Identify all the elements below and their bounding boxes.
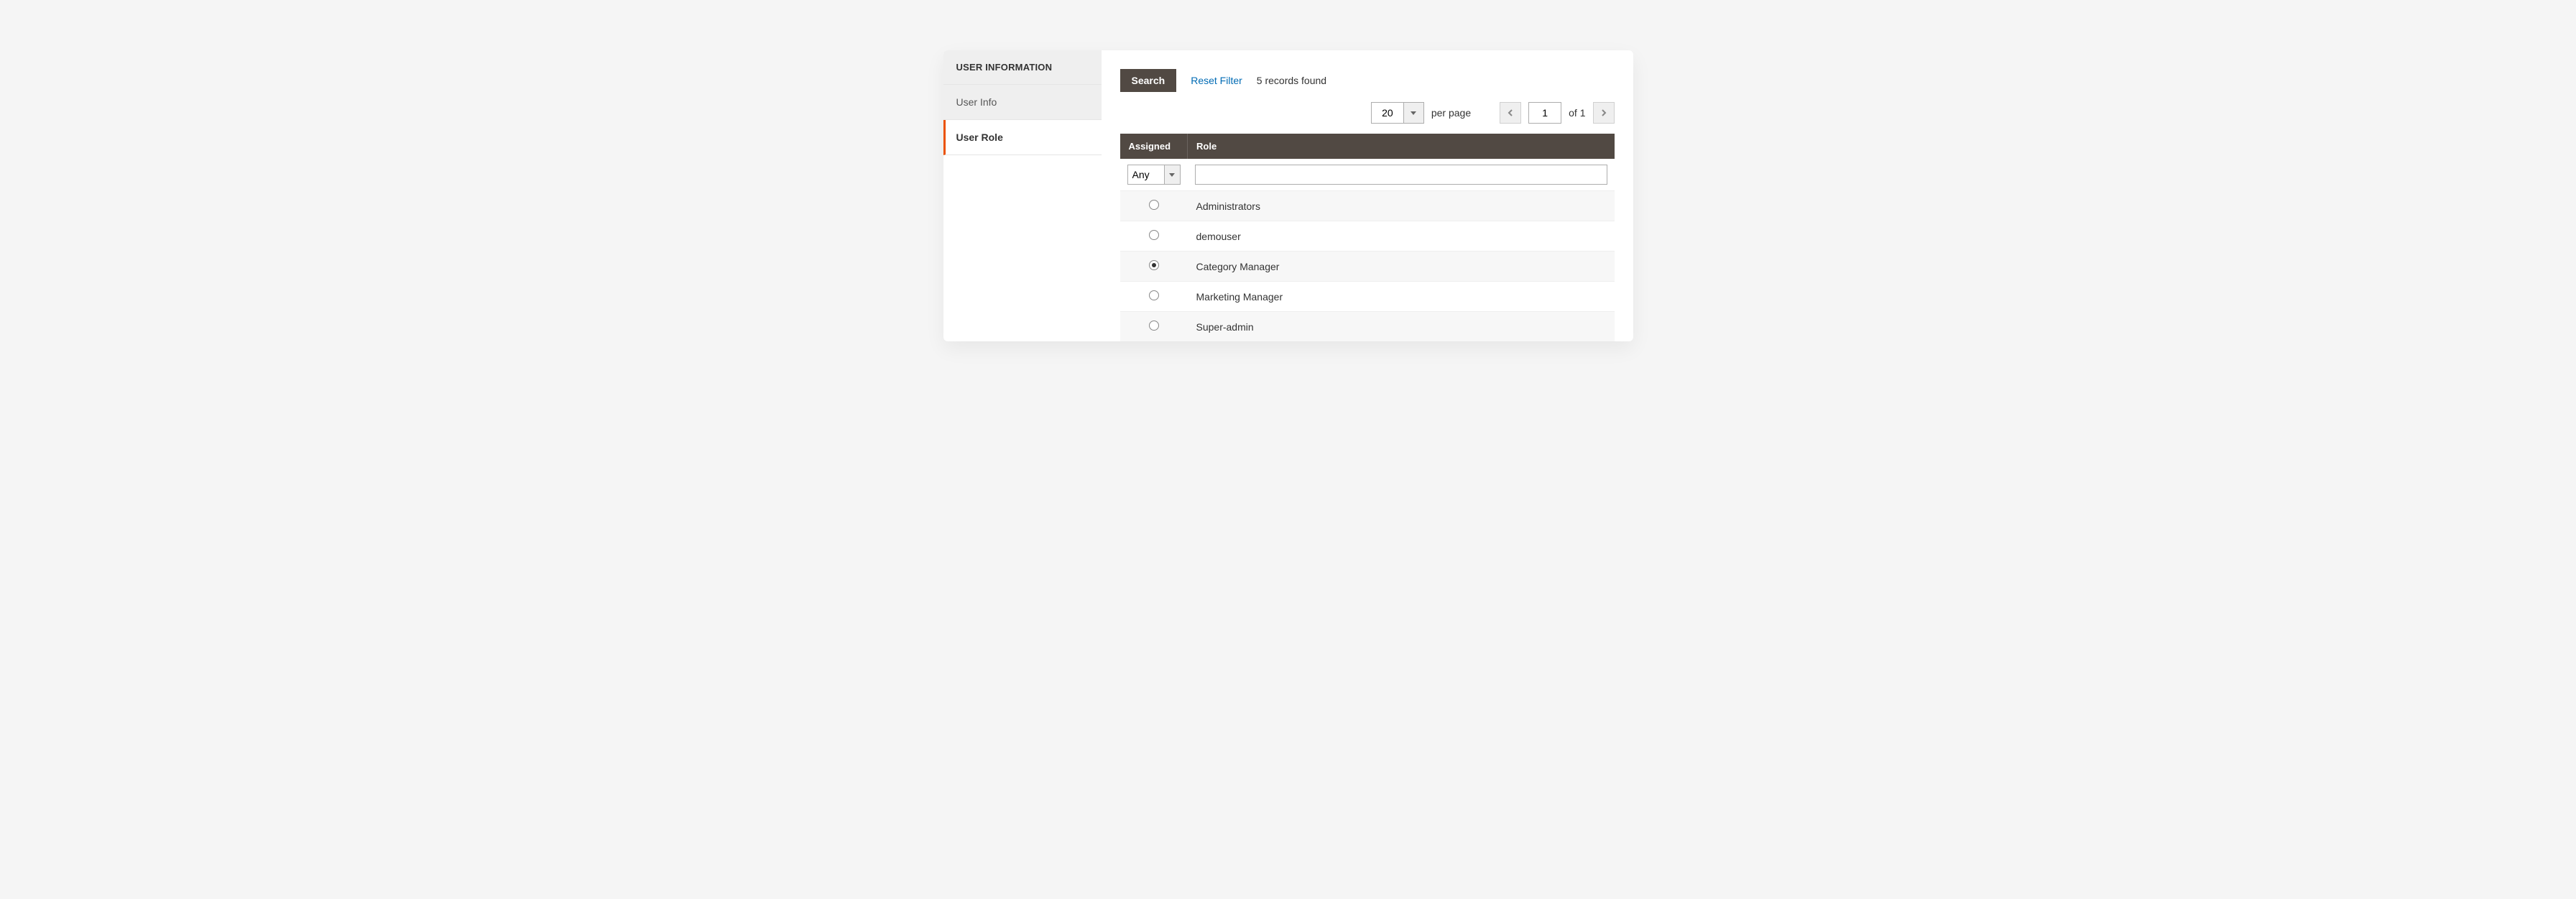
- search-button[interactable]: Search: [1120, 69, 1177, 92]
- assign-radio[interactable]: [1149, 290, 1159, 300]
- reset-filter-link[interactable]: Reset Filter: [1191, 75, 1242, 86]
- assigned-filter-dropdown-button[interactable]: [1165, 165, 1181, 185]
- table-row[interactable]: Administrators: [1120, 191, 1615, 221]
- table-row[interactable]: Marketing Manager: [1120, 282, 1615, 312]
- pager-prev-button[interactable]: [1500, 102, 1521, 124]
- table-row[interactable]: Super-admin: [1120, 312, 1615, 342]
- per-page-control: per page: [1371, 102, 1492, 124]
- pager-of-label: of 1: [1569, 107, 1585, 119]
- caret-down-icon: [1411, 111, 1416, 115]
- table-row[interactable]: demouser: [1120, 221, 1615, 252]
- role-cell: Administrators: [1188, 191, 1615, 221]
- table-row[interactable]: Category Manager: [1120, 252, 1615, 282]
- chevron-right-icon: [1600, 109, 1607, 116]
- role-cell: Super-admin: [1188, 312, 1615, 342]
- assign-radio[interactable]: [1149, 230, 1159, 240]
- assign-radio[interactable]: [1149, 200, 1159, 210]
- role-cell: Marketing Manager: [1188, 282, 1615, 312]
- roles-grid: Assigned Role: [1120, 134, 1615, 341]
- filter-row: [1120, 159, 1615, 191]
- sidebar-header: USER INFORMATION: [943, 50, 1102, 85]
- col-header-role[interactable]: Role: [1188, 134, 1615, 159]
- role-cell: Category Manager: [1188, 252, 1615, 282]
- user-edit-panel: USER INFORMATION User Info User Role Sea…: [943, 50, 1633, 341]
- caret-down-icon: [1169, 173, 1175, 177]
- pager-toolbar: per page of 1: [1120, 102, 1615, 124]
- grid-toolbar: Search Reset Filter 5 records found: [1120, 69, 1615, 92]
- role-cell: demouser: [1188, 221, 1615, 252]
- page-size-dropdown-button[interactable]: [1404, 102, 1424, 124]
- main-content: Search Reset Filter 5 records found per …: [1102, 50, 1633, 341]
- records-found-label: 5 records found: [1257, 75, 1326, 86]
- assign-radio[interactable]: [1149, 321, 1159, 331]
- chevron-left-icon: [1507, 109, 1514, 116]
- assign-radio[interactable]: [1149, 260, 1159, 270]
- col-header-assigned[interactable]: Assigned: [1120, 134, 1188, 159]
- role-filter-input[interactable]: [1195, 165, 1607, 185]
- sidebar: USER INFORMATION User Info User Role: [943, 50, 1102, 341]
- assigned-filter-input[interactable]: [1127, 165, 1165, 185]
- sidebar-item-user-role[interactable]: User Role: [943, 120, 1102, 155]
- page-size-input[interactable]: [1371, 102, 1404, 124]
- sidebar-item-user-info[interactable]: User Info: [943, 85, 1102, 120]
- pager-next-button[interactable]: [1593, 102, 1615, 124]
- page-number-input[interactable]: [1528, 102, 1561, 124]
- per-page-label: per page: [1431, 107, 1471, 119]
